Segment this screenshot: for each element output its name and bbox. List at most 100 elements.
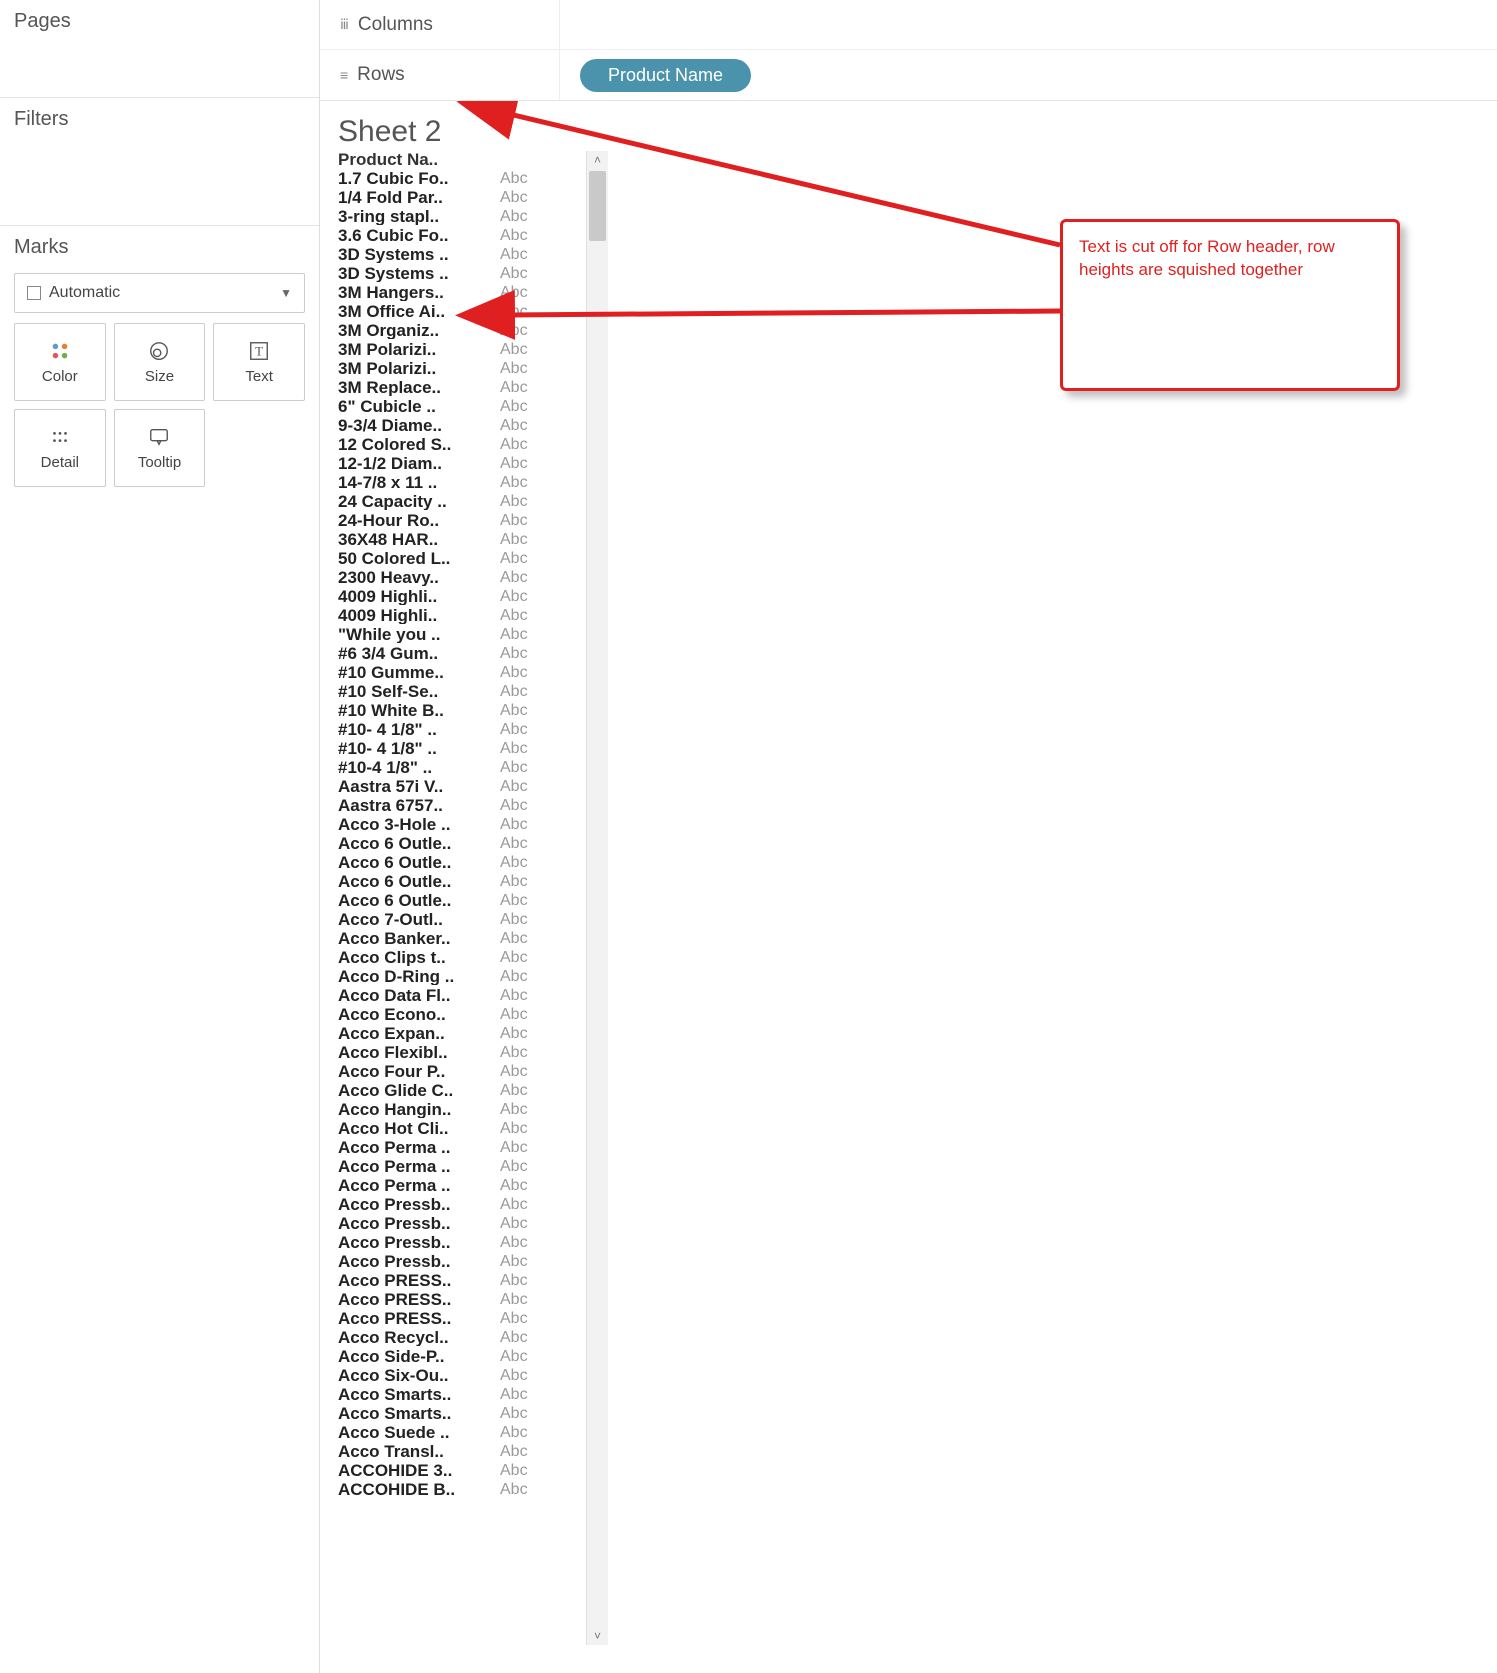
table-row[interactable]: Acco 3-Hole ..Abc [334, 815, 586, 834]
table-row[interactable]: 3D Systems ..Abc [334, 264, 586, 283]
table-row[interactable]: Acco Side-P..Abc [334, 1347, 586, 1366]
row-header-cell[interactable]: Acco Hot Cli.. [334, 1120, 494, 1137]
table-row[interactable]: Acco Perma ..Abc [334, 1157, 586, 1176]
row-header-cell[interactable]: 1/4 Fold Par.. [334, 189, 494, 206]
row-header-cell[interactable]: "While you .. [334, 626, 494, 643]
row-header-cell[interactable]: Acco 6 Outle.. [334, 835, 494, 852]
table-row[interactable]: Acco Recycl..Abc [334, 1328, 586, 1347]
row-header-cell[interactable]: 6" Cubicle .. [334, 398, 494, 415]
columns-shelf[interactable]: ⅲ Columns [320, 0, 1497, 50]
row-header-cell[interactable]: Acco 6 Outle.. [334, 854, 494, 871]
row-header-cell[interactable]: Acco Perma .. [334, 1158, 494, 1175]
row-header-cell[interactable]: Acco Perma .. [334, 1177, 494, 1194]
row-header-cell[interactable]: Acco Transl.. [334, 1443, 494, 1460]
table-row[interactable]: 4009 Highli..Abc [334, 587, 586, 606]
table-row[interactable]: 3.6 Cubic Fo..Abc [334, 226, 586, 245]
row-header-cell[interactable]: Acco Pressb.. [334, 1234, 494, 1251]
row-header-cell[interactable]: Acco 3-Hole .. [334, 816, 494, 833]
table-row[interactable]: 3M Polarizi..Abc [334, 340, 586, 359]
row-header-cell[interactable]: Acco Smarts.. [334, 1386, 494, 1403]
table-row[interactable]: Acco Flexibl..Abc [334, 1043, 586, 1062]
row-header-cell[interactable]: #10 Self-Se.. [334, 683, 494, 700]
row-header-cell[interactable]: #10 Gumme.. [334, 664, 494, 681]
table-row[interactable]: #10-4 1/8" ..Abc [334, 758, 586, 777]
table-row[interactable]: Acco Hangin..Abc [334, 1100, 586, 1119]
row-header-cell[interactable]: 36X48 HAR.. [334, 531, 494, 548]
row-header-cell[interactable]: Acco PRESS.. [334, 1310, 494, 1327]
row-header-cell[interactable]: 3M Polarizi.. [334, 341, 494, 358]
sheet-title[interactable]: Sheet 2 [338, 115, 1497, 149]
table-row[interactable]: 3M Replace..Abc [334, 378, 586, 397]
row-header-cell[interactable]: Acco Suede .. [334, 1424, 494, 1441]
table-row[interactable]: 12-1/2 Diam..Abc [334, 454, 586, 473]
scroll-up-icon[interactable]: ˄ [587, 153, 608, 167]
row-header-cell[interactable]: Acco Smarts.. [334, 1405, 494, 1422]
table-row[interactable]: Acco Smarts..Abc [334, 1385, 586, 1404]
row-header-cell[interactable]: Acco PRESS.. [334, 1291, 494, 1308]
row-header-cell[interactable]: #10- 4 1/8" .. [334, 721, 494, 738]
table-row[interactable]: Acco 6 Outle..Abc [334, 872, 586, 891]
marks-text-button[interactable]: T Text [213, 323, 305, 401]
table-row[interactable]: Acco Transl..Abc [334, 1442, 586, 1461]
row-header-cell[interactable]: Acco 7-Outl.. [334, 911, 494, 928]
row-header-cell[interactable]: Acco Banker.. [334, 930, 494, 947]
table-row[interactable]: Acco 6 Outle..Abc [334, 853, 586, 872]
table-row[interactable]: #10 Gumme..Abc [334, 663, 586, 682]
table-row[interactable]: #10 White B..Abc [334, 701, 586, 720]
scroll-down-icon[interactable]: ˅ [587, 1629, 608, 1643]
table-row[interactable]: 9-3/4 Diame..Abc [334, 416, 586, 435]
row-header-cell[interactable]: Acco Perma .. [334, 1139, 494, 1156]
row-header-cell[interactable]: Acco Side-P.. [334, 1348, 494, 1365]
table-row[interactable]: #10- 4 1/8" ..Abc [334, 720, 586, 739]
table-row[interactable]: 24 Capacity ..Abc [334, 492, 586, 511]
row-header-cell[interactable]: Acco 6 Outle.. [334, 892, 494, 909]
table-row[interactable]: 24-Hour Ro..Abc [334, 511, 586, 530]
table-row[interactable]: 2300 Heavy..Abc [334, 568, 586, 587]
row-header-cell[interactable]: #10- 4 1/8" .. [334, 740, 494, 757]
table-row[interactable]: Acco Glide C..Abc [334, 1081, 586, 1100]
scroll-thumb[interactable] [589, 171, 606, 241]
row-header-cell[interactable]: Aastra 57i V.. [334, 778, 494, 795]
row-header-cell[interactable]: #10-4 1/8" .. [334, 759, 494, 776]
row-header-cell[interactable]: 50 Colored L.. [334, 550, 494, 567]
table-row[interactable]: Acco 7-Outl..Abc [334, 910, 586, 929]
table-row[interactable]: "While you ..Abc [334, 625, 586, 644]
table-row[interactable]: 4009 Highli..Abc [334, 606, 586, 625]
table-row[interactable]: Acco Clips t..Abc [334, 948, 586, 967]
row-header-cell[interactable]: Acco Hangin.. [334, 1101, 494, 1118]
table-row[interactable]: Acco Data Fl..Abc [334, 986, 586, 1005]
row-header-cell[interactable]: Acco 6 Outle.. [334, 873, 494, 890]
row-header-cell[interactable]: 4009 Highli.. [334, 607, 494, 624]
table-row[interactable]: Acco 6 Outle..Abc [334, 891, 586, 910]
table-row[interactable]: #10- 4 1/8" ..Abc [334, 739, 586, 758]
row-header-cell[interactable]: 4009 Highli.. [334, 588, 494, 605]
table-row[interactable]: 1.7 Cubic Fo..Abc [334, 169, 586, 188]
table-row[interactable]: 3M Polarizi..Abc [334, 359, 586, 378]
row-header-cell[interactable]: 3-ring stapl.. [334, 208, 494, 225]
table-row[interactable]: Aastra 6757..Abc [334, 796, 586, 815]
row-header-cell[interactable]: Acco PRESS.. [334, 1272, 494, 1289]
table-row[interactable]: 50 Colored L..Abc [334, 549, 586, 568]
row-header-cell[interactable]: 12 Colored S.. [334, 436, 494, 453]
table-row[interactable]: Acco Econo..Abc [334, 1005, 586, 1024]
row-header-cell[interactable]: #6 3/4 Gum.. [334, 645, 494, 662]
marks-type-select[interactable]: Automatic ▼ [14, 273, 305, 313]
table-row[interactable]: #6 3/4 Gum..Abc [334, 644, 586, 663]
table-row[interactable]: Acco PRESS..Abc [334, 1290, 586, 1309]
row-header-cell[interactable]: Acco D-Ring .. [334, 968, 494, 985]
row-header-cell[interactable]: 12-1/2 Diam.. [334, 455, 494, 472]
row-header-cell[interactable]: 3M Replace.. [334, 379, 494, 396]
table-row[interactable]: Acco Perma ..Abc [334, 1176, 586, 1195]
row-header-cell[interactable]: Acco Pressb.. [334, 1253, 494, 1270]
row-header-cell[interactable]: 3M Office Ai.. [334, 303, 494, 320]
row-header-cell[interactable]: Acco Glide C.. [334, 1082, 494, 1099]
table-row[interactable]: Acco 6 Outle..Abc [334, 834, 586, 853]
table-row[interactable]: Acco Pressb..Abc [334, 1195, 586, 1214]
row-header-cell[interactable]: Aastra 6757.. [334, 797, 494, 814]
table-row[interactable]: ACCOHIDE B..Abc [334, 1480, 586, 1499]
table-row[interactable]: Acco Pressb..Abc [334, 1252, 586, 1271]
row-header-cell[interactable]: 3M Hangers.. [334, 284, 494, 301]
table-row[interactable]: Acco Six-Ou..Abc [334, 1366, 586, 1385]
table-row[interactable]: Acco Pressb..Abc [334, 1233, 586, 1252]
row-header-cell[interactable]: 3D Systems .. [334, 246, 494, 263]
